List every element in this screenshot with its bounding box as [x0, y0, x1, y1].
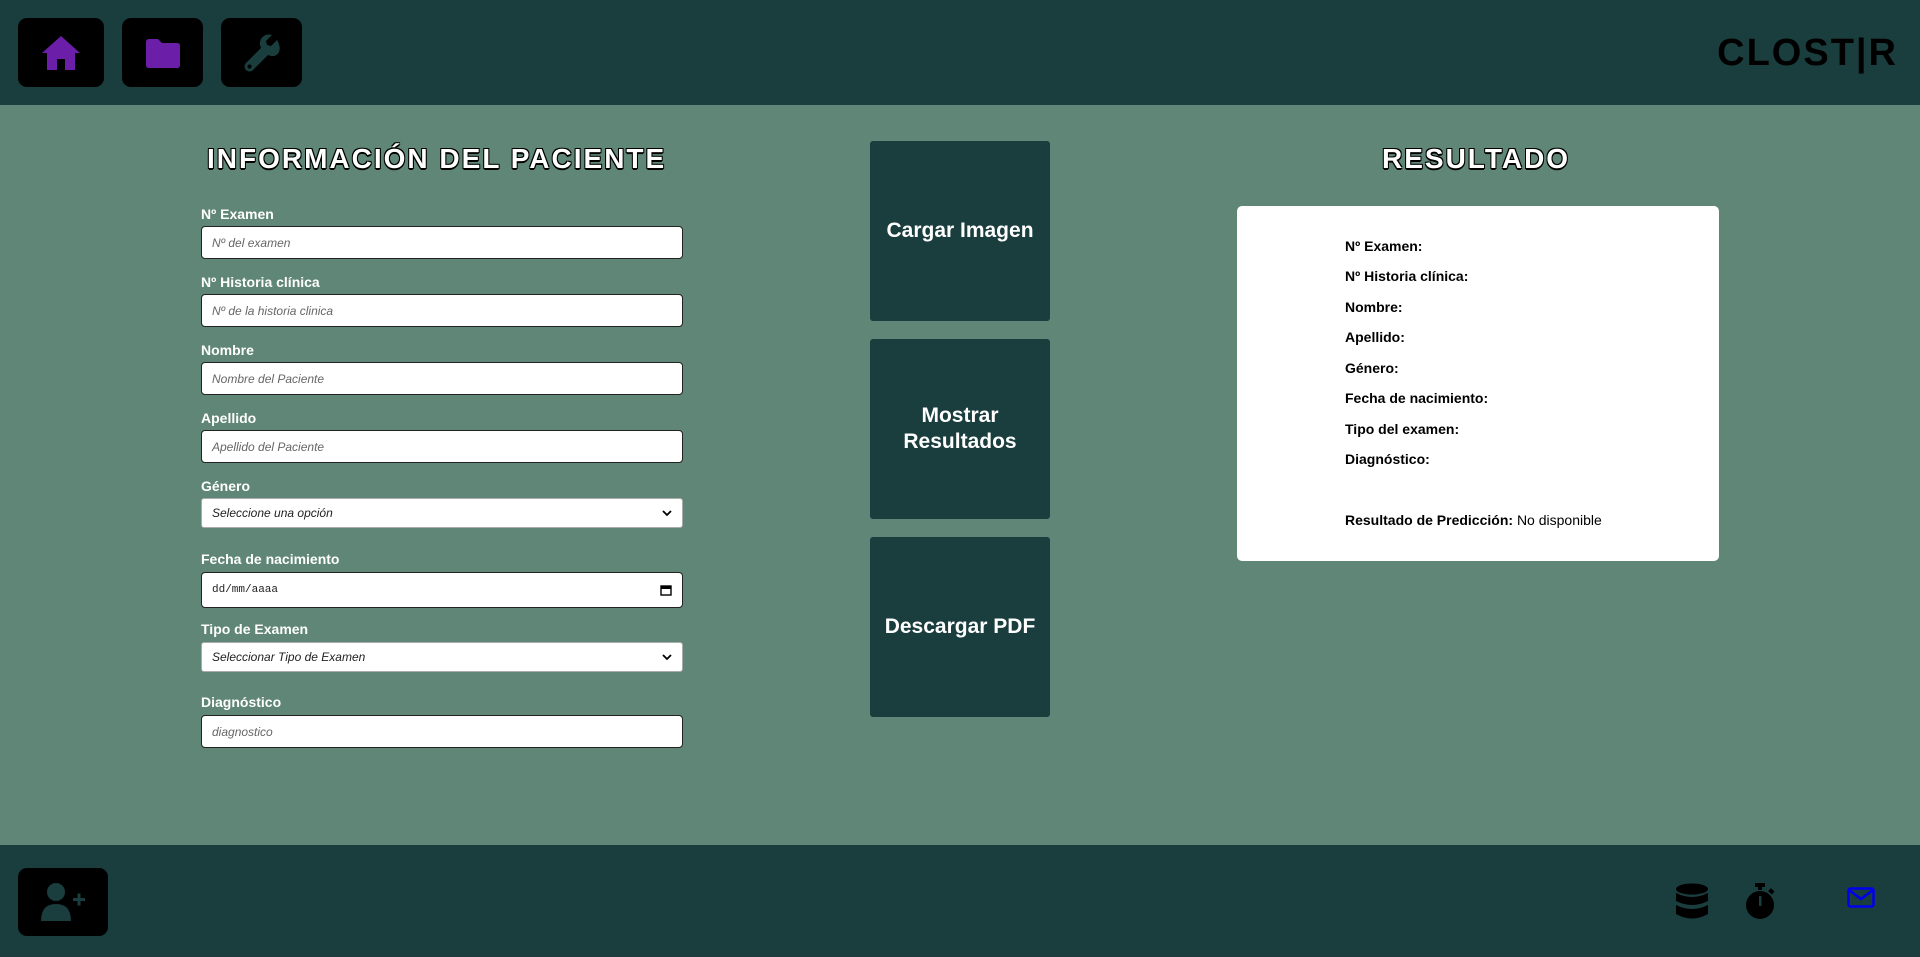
exam-number-input[interactable]: Nº del examen — [201, 226, 683, 259]
mail-icon[interactable] — [1847, 887, 1875, 908]
settings-button[interactable] — [221, 18, 302, 87]
add-user-icon — [41, 883, 85, 921]
folder-button[interactable] — [122, 18, 203, 87]
exam-type-label: Tipo de Examen — [201, 621, 309, 637]
birth-date-input[interactable]: dd/mm/aaaa — [201, 572, 683, 608]
last-name-input[interactable]: Apellido del Paciente — [201, 430, 683, 463]
diagnosis-label: Diagnóstico — [201, 694, 282, 710]
bottom-bar — [0, 845, 1920, 957]
result-exam-number: Nº Examen: — [1345, 238, 1423, 254]
gender-selected: Seleccione una opción — [212, 506, 333, 520]
form-title: INFORMACIÓN DEL PACIENTE — [207, 143, 667, 174]
prediction-value: No disponible — [1516, 512, 1602, 528]
calendar-icon[interactable] — [660, 584, 672, 596]
first-name-label: Nombre — [201, 342, 254, 358]
result-birth-date: Fecha de nacimiento: — [1345, 390, 1489, 406]
database-icon[interactable] — [1675, 883, 1709, 921]
gender-select[interactable]: Seleccione una opción — [201, 498, 683, 528]
folder-icon — [145, 38, 180, 68]
result-diagnosis: Diagnóstico: — [1345, 451, 1430, 467]
exam-type-selected: Seleccionar Tipo de Examen — [212, 650, 366, 664]
chevron-down-icon — [662, 653, 672, 660]
result-exam-type: Tipo del examen: — [1345, 421, 1460, 437]
exam-number-label: Nº Examen — [201, 206, 274, 222]
history-number-label: Nº Historia clínica — [201, 274, 320, 290]
add-user-button[interactable] — [18, 868, 108, 936]
diagnosis-input[interactable]: diagnostico — [201, 715, 683, 748]
top-bar: CLOST|R — [0, 0, 1920, 105]
load-image-button[interactable]: Cargar Imagen — [870, 141, 1050, 321]
stopwatch-icon[interactable] — [1744, 882, 1776, 920]
chevron-down-icon — [662, 509, 672, 516]
last-name-label: Apellido — [201, 410, 257, 426]
brand-logo: CLOST|R — [1717, 32, 1898, 74]
home-icon — [42, 35, 80, 70]
home-button[interactable] — [18, 18, 104, 87]
wrench-icon — [244, 34, 280, 71]
result-title: RESULTADO — [1382, 143, 1571, 174]
show-results-button[interactable]: Mostrar Resultados — [870, 339, 1050, 519]
result-last-name: Apellido: — [1345, 329, 1405, 345]
result-first-name: Nombre: — [1345, 299, 1403, 315]
birth-date-value: dd/mm/aaaa — [212, 584, 279, 596]
first-name-input[interactable]: Nombre del Paciente — [201, 362, 683, 395]
exam-type-select[interactable]: Seleccionar Tipo de Examen — [201, 642, 683, 672]
prediction-label: Resultado de Predicción: — [1345, 512, 1514, 528]
birth-date-label: Fecha de nacimiento — [201, 551, 340, 567]
gender-label: Género — [201, 478, 251, 494]
result-history-number: Nº Historia clínica: — [1345, 268, 1469, 284]
result-card: Nº Examen: Nº Historia clínica: Nombre: … — [1237, 206, 1719, 561]
result-prediction: Resultado de Predicción: No disponible — [1345, 512, 1602, 528]
history-number-input[interactable]: Nº de la historia clinica — [201, 294, 683, 327]
result-gender: Género: — [1345, 360, 1399, 376]
download-pdf-button[interactable]: Descargar PDF — [870, 537, 1050, 717]
